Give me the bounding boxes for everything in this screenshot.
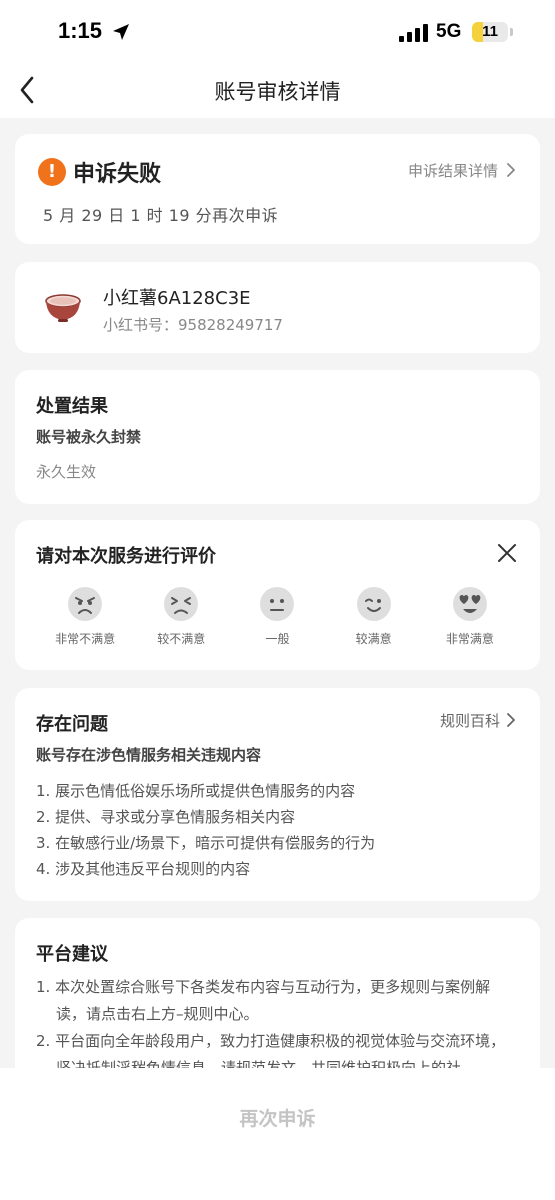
bottom-action-bar: 再次申诉 bbox=[0, 1068, 555, 1200]
appeal-result-detail-link[interactable]: 申诉结果详情 bbox=[408, 160, 516, 181]
rating-label: 较满意 bbox=[355, 632, 392, 646]
reappeal-button[interactable]: 再次申诉 bbox=[0, 1104, 555, 1131]
cellular-signal-icon bbox=[399, 24, 428, 42]
battery-percentage: 11 bbox=[482, 23, 498, 40]
rating-label: 一般 bbox=[265, 632, 290, 646]
nav-bar: 账号审核详情 bbox=[0, 64, 555, 118]
chevron-right-icon bbox=[507, 713, 515, 727]
account-id: 小红书号：95828249717 bbox=[103, 316, 283, 334]
warning-icon: ! bbox=[38, 158, 66, 186]
appeal-status-title: 申诉失败 bbox=[73, 162, 162, 187]
account-name: 小红薯6A128C3E bbox=[103, 288, 251, 309]
appeal-result-detail-label: 申诉结果详情 bbox=[407, 162, 498, 180]
disposal-result-text: 账号被永久封禁 bbox=[36, 428, 142, 446]
list-item: 4. 涉及其他违反平台规则的内容 bbox=[36, 860, 251, 878]
rating-label: 较不满意 bbox=[157, 632, 206, 646]
list-item: 3. 在敏感行业/场景下，暗示可提供有偿服务的行为 bbox=[36, 834, 376, 852]
location-arrow-icon bbox=[113, 24, 129, 40]
disposal-result-card: 处置结果 账号被永久封禁 永久生效 bbox=[15, 370, 540, 504]
chevron-right-icon bbox=[507, 163, 515, 177]
rating-label: 非常满意 bbox=[445, 632, 494, 646]
reappeal-time-text: 5 月 29 日 1 时 19 分再次申诉 bbox=[43, 206, 279, 225]
bowl-avatar-icon bbox=[45, 294, 81, 322]
rating-option-unsatisfied[interactable]: 较不满意 bbox=[135, 586, 227, 656]
rating-option-neutral[interactable]: 一般 bbox=[231, 586, 323, 656]
rating-option-satisfied[interactable]: 较满意 bbox=[328, 586, 420, 656]
close-icon[interactable] bbox=[496, 542, 518, 564]
neutral-face-icon bbox=[260, 587, 295, 621]
disposal-result-title: 处置结果 bbox=[36, 396, 108, 417]
list-item: 2. 提供、寻求或分享色情服务相关内容 bbox=[36, 808, 296, 826]
unsatisfied-face-icon bbox=[164, 587, 199, 621]
issues-title: 存在问题 bbox=[36, 714, 108, 735]
status-bar: 1:15 5G 11 bbox=[0, 0, 555, 64]
issues-card: 存在问题 规则百科 账号存在涉色情服务相关违规内容 1. 展示色情低俗娱乐场所或… bbox=[15, 688, 540, 901]
list-item: 1. 展示色情低俗娱乐场所或提供色情服务的内容 bbox=[36, 782, 356, 800]
page-title: 账号审核详情 bbox=[214, 80, 341, 104]
service-rating-card: 请对本次服务进行评价 非常不满意 较不满意 一般 较满意 非常满意 bbox=[15, 520, 540, 670]
rating-option-very-unsatisfied[interactable]: 非常不满意 bbox=[39, 586, 131, 656]
rating-label: 非常不满意 bbox=[55, 632, 116, 646]
battery-cap bbox=[510, 28, 513, 36]
suggestions-title: 平台建议 bbox=[36, 944, 108, 965]
issues-summary: 账号存在涉色情服务相关违规内容 bbox=[36, 746, 262, 764]
appeal-status-card: ! 申诉失败 申诉结果详情 5 月 29 日 1 时 19 分再次申诉 bbox=[15, 134, 540, 244]
rules-wiki-link[interactable]: 规则百科 bbox=[440, 710, 516, 731]
network-type: 5G bbox=[436, 21, 462, 42]
disposal-effect-text: 永久生效 bbox=[36, 463, 97, 481]
rating-option-very-satisfied[interactable]: 非常满意 bbox=[424, 586, 516, 656]
account-card: 小红薯6A128C3E 小红书号：95828249717 bbox=[15, 262, 540, 353]
rating-title: 请对本次服务进行评价 bbox=[36, 546, 216, 567]
very-satisfied-face-icon bbox=[452, 587, 487, 621]
very-unsatisfied-face-icon bbox=[68, 587, 103, 621]
status-time: 1:15 bbox=[58, 18, 103, 43]
issues-list: 1. 展示色情低俗娱乐场所或提供色情服务的内容 2. 提供、寻求或分享色情服务相… bbox=[36, 778, 520, 882]
list-item: 1. 本次处置综合账号下各类发布内容与互动行为，更多规则与案例解读，请点击右上方… bbox=[36, 978, 491, 1023]
rules-wiki-label: 规则百科 bbox=[439, 712, 500, 730]
battery-icon: 11 bbox=[472, 22, 508, 42]
rating-options: 非常不满意 较不满意 一般 较满意 非常满意 bbox=[15, 586, 540, 656]
suggestions-list: 1. 本次处置综合账号下各类发布内容与互动行为，更多规则与案例解读，请点击右上方… bbox=[36, 974, 520, 1082]
satisfied-face-icon bbox=[356, 587, 391, 621]
